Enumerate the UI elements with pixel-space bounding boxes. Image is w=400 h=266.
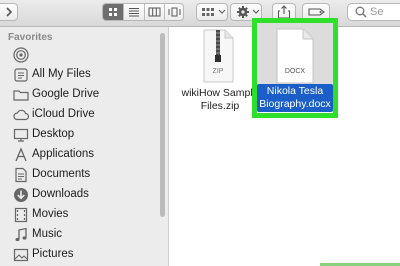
documents-icon xyxy=(15,167,27,183)
sidebar-item-label: Downloads xyxy=(32,188,89,200)
sidebar-item-label: Movies xyxy=(32,208,69,220)
list-view-button[interactable] xyxy=(124,4,144,20)
chevron-down-icon xyxy=(218,9,226,14)
sidebar-item-label: Documents xyxy=(32,168,91,180)
docx-file-icon xyxy=(276,28,314,84)
sidebar-item-downloads[interactable]: Downloads xyxy=(0,185,160,205)
sidebar-item-label: Desktop xyxy=(32,128,75,140)
sidebar-item-label: All My Files xyxy=(32,68,91,80)
column-view-button[interactable] xyxy=(145,4,164,20)
favorites-section-title: Favorites xyxy=(8,32,53,43)
sidebar-item-applications[interactable]: Applications xyxy=(0,145,160,165)
sidebar-item-airdrop[interactable] xyxy=(0,45,160,65)
cover-flow-button[interactable] xyxy=(165,4,184,20)
search-field[interactable]: Se xyxy=(347,3,400,21)
file-name-line-2: Biography.docx xyxy=(259,98,331,110)
file-name: wikiHow Sample Files.zip xyxy=(176,87,264,113)
sidebar-item-all-my-files[interactable]: All My Files xyxy=(0,65,160,85)
movies-icon xyxy=(14,207,28,223)
sidebar-item-desktop[interactable]: Desktop xyxy=(0,125,160,145)
sidebar-item-icloud-drive[interactable]: iCloud Drive xyxy=(0,105,160,125)
sidebar-item-label: Music xyxy=(32,228,63,240)
file-item-zip[interactable]: ZIP wikiHow Sample Files.zip xyxy=(180,28,260,120)
arrange-button[interactable] xyxy=(196,3,228,21)
forward-button[interactable] xyxy=(0,4,18,20)
desktop-icon xyxy=(13,128,29,142)
back-forward-control xyxy=(0,3,18,21)
chevron-right-icon xyxy=(6,7,13,17)
list-icon xyxy=(129,8,139,17)
zip-file-icon xyxy=(203,29,234,83)
selected-file-name[interactable]: Nikola Tesla Biography.docx xyxy=(257,84,333,112)
columns-icon xyxy=(148,7,161,17)
file-badge: ZIP xyxy=(212,68,224,75)
file-item-docx[interactable]: DOCX xyxy=(270,27,320,85)
sidebar-scrollbar[interactable] xyxy=(160,33,165,217)
folder-icon xyxy=(13,90,29,101)
sidebar-item-label: Applications xyxy=(32,148,95,160)
file-badge: DOCX xyxy=(284,68,306,75)
downloads-icon xyxy=(14,188,28,202)
applications-icon xyxy=(15,147,27,162)
sidebar-item-label: iCloud Drive xyxy=(32,108,95,120)
grid-icon xyxy=(109,8,117,16)
cloud-icon xyxy=(13,109,30,121)
sidebar-item-label: Google Drive xyxy=(32,88,100,100)
arrange-grid-icon xyxy=(202,8,214,16)
pictures-icon xyxy=(13,248,29,262)
sidebar-item-pictures[interactable]: Pictures xyxy=(0,245,160,265)
chevron-down-icon xyxy=(252,9,260,14)
sidebar-item-movies[interactable]: Movies xyxy=(0,205,160,225)
all-files-icon xyxy=(14,68,28,82)
file-name-line-1: Nikola Tesla xyxy=(266,85,324,97)
search-icon xyxy=(355,6,367,18)
sidebar: Favorites All My Files Google Drive iClo… xyxy=(0,27,169,266)
search-placeholder: Se xyxy=(370,6,384,18)
sidebar-item-google-drive[interactable]: Google Drive xyxy=(0,85,160,105)
sidebar-item-documents[interactable]: Documents xyxy=(0,165,160,185)
icon-view-button[interactable] xyxy=(103,4,123,20)
file-name-line-2: Files.zip xyxy=(200,100,240,112)
airdrop-icon xyxy=(13,47,29,63)
gear-icon xyxy=(237,6,249,18)
music-icon xyxy=(15,227,27,242)
sidebar-item-label: Pictures xyxy=(32,248,74,260)
cover-flow-icon xyxy=(168,7,181,17)
toolbar: Se xyxy=(0,0,400,27)
sidebar-item-music[interactable]: Music xyxy=(0,225,160,245)
view-mode-control xyxy=(102,3,184,21)
file-name-line-1: wikiHow Sample xyxy=(181,87,259,99)
